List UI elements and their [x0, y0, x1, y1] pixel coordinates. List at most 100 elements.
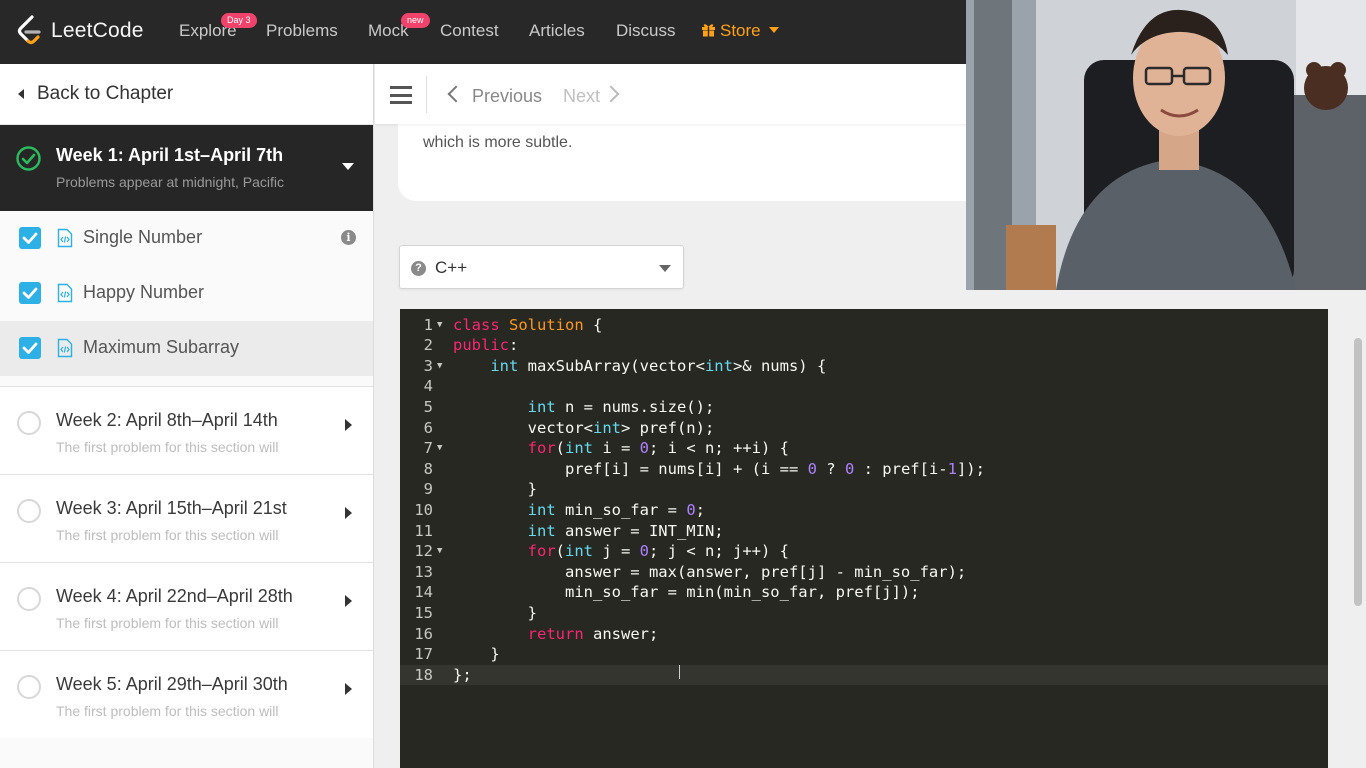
code-line[interactable]: 5 int n = nums.size();: [400, 397, 1328, 418]
caret-right-icon: [345, 419, 352, 431]
code-text: int maxSubArray(vector<int>& nums) {: [490, 356, 827, 375]
code-line[interactable]: 10 int min_so_far = 0;: [400, 500, 1328, 521]
page-scrollbar[interactable]: [1354, 338, 1362, 606]
line-number: 10: [414, 500, 433, 519]
problem-item-single-number[interactable]: Single Number i: [0, 211, 373, 266]
line-number: 12: [414, 542, 433, 561]
logo[interactable]: LeetCode: [17, 14, 144, 48]
code-line[interactable]: 9 }: [400, 479, 1328, 500]
line-number: 9: [423, 480, 433, 499]
code-text: class Solution {: [453, 315, 603, 334]
code-editor[interactable]: 1 ▼ class Solution {2 public: 3 ▼ int maxSubA…: [400, 309, 1328, 768]
menu-icon[interactable]: [390, 86, 412, 104]
text-cursor-icon: [679, 665, 680, 679]
week-title: Week 4: April 22nd–April 28th: [56, 586, 293, 606]
language-select[interactable]: ? C++: [399, 245, 684, 289]
week-1-header[interactable]: Week 1: April 1st–April 7th Problems app…: [0, 125, 373, 211]
code-text: return answer;: [527, 624, 659, 643]
nav-contest[interactable]: Contest: [440, 21, 499, 41]
week-3-header[interactable]: Week 3: April 15th–April 21st The first …: [0, 474, 373, 562]
caret-right-icon: [345, 683, 352, 695]
code-text: }: [453, 603, 537, 622]
problem-item-maximum-subarray[interactable]: Maximum Subarray: [0, 321, 373, 376]
code-line[interactable]: 8 pref[i] = nums[i] + (i == 0 ? 0 : pref…: [400, 459, 1328, 480]
week-subtitle: The first problem for this section will: [56, 527, 279, 543]
code-line[interactable]: 13 answer = max(answer, pref[j] - min_so…: [400, 562, 1328, 583]
code-line[interactable]: 18};: [400, 664, 1328, 686]
previous-button[interactable]: Previous: [472, 86, 542, 107]
incomplete-circle-icon: [17, 499, 41, 523]
chevron-right-icon[interactable]: [602, 85, 620, 103]
week-title: Week 2: April 8th–April 14th: [56, 410, 278, 430]
code-text: };: [453, 665, 472, 684]
question-icon: ?: [411, 261, 426, 276]
code-line[interactable]: 11 int answer = INT_MIN;: [400, 521, 1328, 542]
line-number: 13: [414, 562, 433, 581]
code-text: for(int j = 0; j < n; j++) {: [527, 542, 789, 561]
line-number: 6: [423, 418, 433, 437]
line-number: 5: [423, 397, 433, 416]
code-line[interactable]: 17 }: [400, 644, 1328, 665]
code-line[interactable]: 4: [400, 376, 1328, 397]
code-line[interactable]: 2 public:: [400, 335, 1328, 356]
nav-problems[interactable]: Problems: [266, 21, 338, 41]
checkbox-checked-icon: [19, 227, 41, 249]
nav-articles[interactable]: Articles: [529, 21, 585, 41]
fold-arrow-icon[interactable]: ▼: [437, 438, 442, 459]
line-number: 14: [414, 583, 433, 602]
gift-icon: [702, 24, 715, 37]
problem-label: Maximum Subarray: [83, 337, 240, 357]
problem-item-happy-number[interactable]: Happy Number: [0, 266, 373, 321]
chevron-down-icon: [659, 265, 671, 272]
line-number: 11: [414, 521, 433, 540]
caret-left-icon: [18, 89, 24, 99]
code-text: }: [453, 480, 537, 499]
code-line[interactable]: 16 return answer;: [400, 624, 1328, 645]
brand-name: LeetCode: [51, 19, 144, 42]
checkbox-checked-icon: [19, 282, 41, 304]
info-icon[interactable]: i: [341, 230, 356, 245]
fold-arrow-icon[interactable]: ▼: [437, 541, 442, 562]
line-number: 2: [423, 336, 433, 355]
problem-label: Single Number: [83, 227, 203, 247]
store-caret-icon: [768, 27, 779, 33]
description-text: which is more subtle.: [423, 134, 573, 151]
code-text: pref[i] = nums[i] + (i == 0 ? 0 : pref[i…: [453, 459, 985, 478]
next-button[interactable]: Next: [563, 86, 600, 107]
sidebar-spacer: [0, 376, 373, 386]
week-subtitle: The first problem for this section will: [56, 615, 279, 631]
webcam-video: [966, 0, 1366, 290]
fold-arrow-icon[interactable]: ▼: [437, 315, 442, 336]
problem-label: Happy Number: [83, 282, 205, 302]
back-to-chapter-button[interactable]: Back to Chapter: [0, 64, 373, 125]
code-text: vector<int> pref(n);: [453, 418, 715, 437]
line-number: 15: [414, 603, 433, 622]
line-number: 16: [414, 624, 433, 643]
incomplete-circle-icon: [17, 675, 41, 699]
code-text: public:: [453, 336, 519, 355]
explore-badge: Day 3: [221, 13, 257, 28]
week-2-header[interactable]: Week 2: April 8th–April 14th The first p…: [0, 386, 373, 474]
code-line[interactable]: 7 ▼ for(int i = 0; i < n; ++i) {: [400, 438, 1328, 459]
code-line[interactable]: 12 ▼ for(int j = 0; j < n; j++) {: [400, 541, 1328, 562]
code-text: int n = nums.size();: [527, 397, 715, 416]
code-line[interactable]: 15 }: [400, 603, 1328, 624]
week-5-header[interactable]: Week 5: April 29th–April 30th The first …: [0, 650, 373, 738]
incomplete-circle-icon: [17, 411, 41, 435]
code-line[interactable]: 1 ▼ class Solution {: [400, 315, 1328, 336]
store-label: Store: [720, 21, 761, 40]
fold-arrow-icon[interactable]: ▼: [437, 356, 442, 377]
line-number: 8: [423, 459, 433, 478]
week-1-title: Week 1: April 1st–April 7th: [56, 145, 284, 165]
code-line[interactable]: 3 ▼ int maxSubArray(vector<int>& nums) {: [400, 356, 1328, 377]
week-4-header[interactable]: Week 4: April 22nd–April 28th The first …: [0, 562, 373, 650]
code-line[interactable]: 14 min_so_far = min(min_so_far, pref[j])…: [400, 582, 1328, 603]
week-title: Week 5: April 29th–April 30th: [56, 674, 288, 694]
code-line[interactable]: 6 vector<int> pref(n);: [400, 418, 1328, 439]
line-number: 18: [414, 665, 433, 684]
chevron-left-icon[interactable]: [447, 85, 465, 103]
checkbox-checked-icon: [19, 337, 41, 359]
nav-store[interactable]: Store: [701, 21, 779, 41]
code-file-icon: [57, 338, 73, 358]
nav-discuss[interactable]: Discuss: [616, 21, 676, 41]
